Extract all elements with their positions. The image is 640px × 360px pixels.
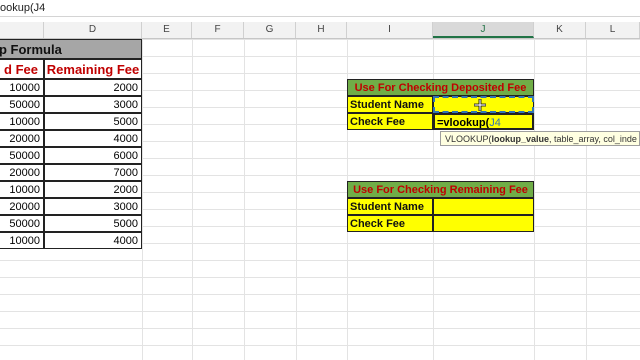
formula-bar[interactable]: ookup(J4 xyxy=(0,0,640,17)
table-cell[interactable]: 4000 xyxy=(44,130,142,147)
table-title[interactable]: p Formula xyxy=(0,39,142,59)
table-cell[interactable]: 3000 xyxy=(44,198,142,215)
header-deposited-fee[interactable]: d Fee xyxy=(0,59,44,79)
cell-select-cursor-icon xyxy=(474,99,486,111)
table-cell[interactable]: 10000 xyxy=(0,113,44,130)
gridline xyxy=(244,39,245,360)
formula-reference: J4 xyxy=(489,117,501,129)
table-cell[interactable]: 10000 xyxy=(0,232,44,249)
column-header-k[interactable]: K xyxy=(534,22,586,38)
remaining-student-name-label[interactable]: Student Name xyxy=(347,198,433,215)
table-cell[interactable]: 10000 xyxy=(0,79,44,96)
table-cell[interactable]: 6000 xyxy=(44,147,142,164)
table-cell[interactable]: 7000 xyxy=(44,164,142,181)
table-cell[interactable]: 2000 xyxy=(44,181,142,198)
remaining-check-fee-input[interactable] xyxy=(433,215,534,232)
gridline xyxy=(296,39,297,360)
column-header-g[interactable]: G xyxy=(244,22,296,38)
table-cell[interactable]: 4000 xyxy=(44,232,142,249)
column-header-c[interactable] xyxy=(0,22,44,38)
column-header-f[interactable]: F xyxy=(192,22,244,38)
deposited-student-name-label[interactable]: Student Name xyxy=(347,96,433,113)
deposited-check-fee-label[interactable]: Check Fee xyxy=(347,113,433,130)
tooltip-arg-lookup-value[interactable]: lookup_value xyxy=(492,134,550,144)
column-headers: D E F G H I J K L xyxy=(0,22,640,39)
gridline xyxy=(142,39,143,360)
remaining-check-fee-label[interactable]: Check Fee xyxy=(347,215,433,232)
formula-entry: =vlookup( xyxy=(437,117,490,129)
table-cell[interactable]: 5000 xyxy=(44,215,142,232)
table-cell[interactable]: 50000 xyxy=(0,96,44,113)
function-tooltip: VLOOKUP(lookup_value, table_array, col_i… xyxy=(440,131,640,146)
column-header-i[interactable]: I xyxy=(347,22,433,38)
remaining-student-name-input[interactable] xyxy=(433,198,534,215)
column-header-d[interactable]: D xyxy=(44,22,142,38)
formula-text: ookup(J4 xyxy=(0,2,46,14)
deposited-check-fee-input[interactable]: =vlookup(J4 xyxy=(433,113,534,130)
gridline xyxy=(534,39,535,360)
table-cell[interactable]: 50000 xyxy=(0,215,44,232)
table-cell[interactable]: 20000 xyxy=(0,164,44,181)
header-remaining-fee[interactable]: Remaining Fee xyxy=(44,59,142,79)
table-cell[interactable]: 5000 xyxy=(44,113,142,130)
deposited-box-title[interactable]: Use For Checking Deposited Fee xyxy=(347,79,534,96)
table-cell[interactable]: 3000 xyxy=(44,96,142,113)
tooltip-rest: , table_array, col_inde xyxy=(549,134,637,144)
remaining-box-title[interactable]: Use For Checking Remaining Fee xyxy=(347,181,534,198)
column-header-e[interactable]: E xyxy=(142,22,192,38)
table-cell[interactable]: 10000 xyxy=(0,181,44,198)
tooltip-function: VLOOKUP( xyxy=(445,134,492,144)
table-cell[interactable]: 50000 xyxy=(0,147,44,164)
gridline xyxy=(192,39,193,360)
table-cell[interactable]: 20000 xyxy=(0,130,44,147)
table-cell[interactable]: 2000 xyxy=(44,79,142,96)
table-cell[interactable]: 20000 xyxy=(0,198,44,215)
gridline xyxy=(586,39,587,360)
column-header-l[interactable]: L xyxy=(586,22,640,38)
column-header-h[interactable]: H xyxy=(296,22,347,38)
column-header-j[interactable]: J xyxy=(433,22,534,38)
